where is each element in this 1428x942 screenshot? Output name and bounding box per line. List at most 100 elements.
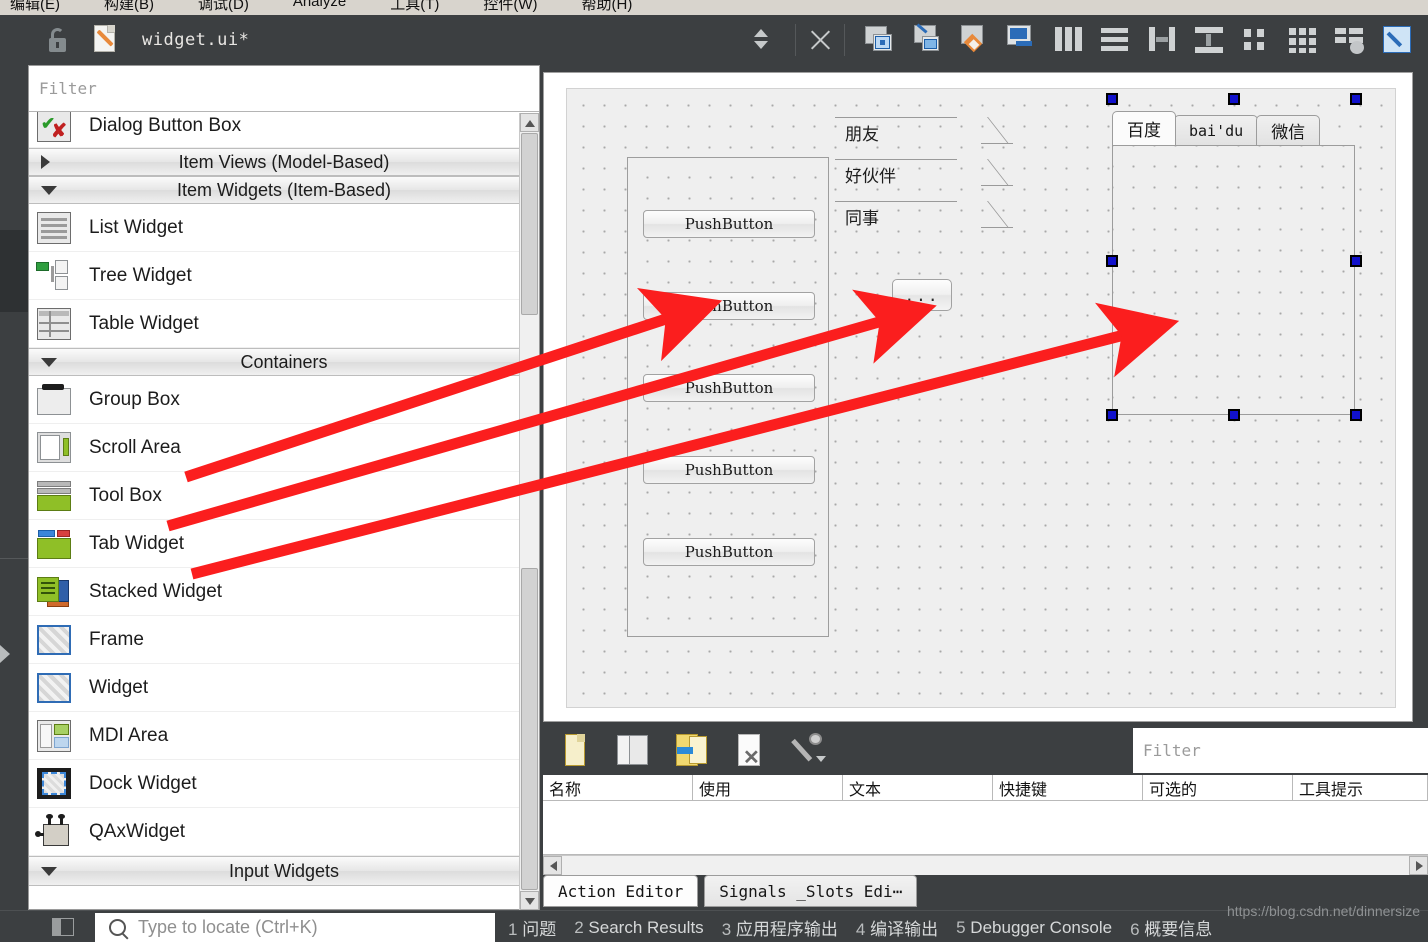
tool-box-page-3[interactable]: 同事 [835,201,1013,229]
widget-category-input-widgets[interactable]: Input Widgets [29,856,539,886]
push-button-5[interactable]: PushButton [643,538,815,566]
push-button-4[interactable]: PushButton [643,456,815,484]
dots-tool-button[interactable]: ... [892,279,952,311]
widget-item-scroll-area[interactable]: Scroll Area [29,424,539,472]
widget-category-item-views[interactable]: Item Views (Model-Based) [29,148,539,176]
column-header-text[interactable]: 文本 [843,775,993,801]
expand-arrow-icon[interactable] [0,645,10,663]
resize-handle-top-center[interactable] [1228,93,1240,105]
widget-item-group-box[interactable]: Group Box [29,376,539,424]
widget-item-dialog-button-box[interactable]: ✔ ✘ Dialog Button Box [29,112,539,148]
widget-list[interactable]: ✔ ✘ Dialog Button Box Item Views (Model-B… [29,112,539,909]
menu-item-window[interactable]: 控件(W) [483,0,537,14]
scroll-area-on-form[interactable]: PushButton PushButton PushButton PushBut… [627,157,829,637]
tab-weixin[interactable]: 微信 [1256,115,1321,145]
layout-horizontally-icon[interactable] [1051,23,1085,57]
edit-widgets-icon[interactable] [863,23,897,57]
status-item-summary[interactable]: 6 概要信息 [1130,915,1212,940]
widget-item-list-widget[interactable]: List Widget [29,204,539,252]
resize-handle-bottom-right[interactable] [1350,409,1362,421]
widget-item-table-widget[interactable]: Table Widget [29,300,539,348]
resize-handle-bottom-center[interactable] [1228,409,1240,421]
toggle-sidebar-icon[interactable] [52,918,74,936]
tool-box-on-form[interactable]: 朋友 好伙伴 同事 [835,117,1013,229]
widget-item-tab-widget[interactable]: Tab Widget [29,520,539,568]
column-header-checkable[interactable]: 可选的 [1143,775,1293,801]
hscroll-right-button[interactable] [1409,856,1428,875]
column-header-used[interactable]: 使用 [693,775,843,801]
lock-open-icon[interactable] [46,27,70,53]
tab-baidu[interactable]: 百度 [1112,111,1176,145]
widget-category-item-widgets[interactable]: Item Widgets (Item-Based) [29,176,539,204]
status-item-search-results[interactable]: 2 Search Results [574,918,703,938]
close-icon[interactable] [806,26,834,54]
menu-item-analyze[interactable]: Analyze [293,0,346,14]
widget-item-mdi-area[interactable]: MDI Area [29,712,539,760]
scroll-down-button[interactable] [520,891,539,910]
widget-item-qaxwidget[interactable]: QAxWidget [29,808,539,856]
paste-action-icon[interactable] [673,732,711,770]
menu-item-debug[interactable]: 调试(D) [198,0,249,14]
hscroll-left-button[interactable] [543,856,562,875]
tab-bai-du[interactable]: bai'du [1174,115,1259,145]
break-layout-icon[interactable] [1333,23,1367,57]
tool-box-page-2[interactable]: 好伙伴 [835,159,1013,187]
status-item-debugger-console[interactable]: 5 Debugger Console [956,918,1112,938]
widget-item-tool-box[interactable]: Tool Box [29,472,539,520]
status-item-issues[interactable]: 1 问题 [508,915,556,940]
tab-widget-pane[interactable] [1112,145,1355,415]
push-button-3[interactable]: PushButton [643,374,815,402]
tab-widget-on-form[interactable]: 百度 bai'du 微信 [1106,93,1362,421]
layout-vertically-icon[interactable] [1098,23,1132,57]
status-item-compile-output[interactable]: 4 编译输出 [856,915,938,940]
scroll-up-button[interactable] [520,113,539,132]
copy-action-icon[interactable] [615,732,653,770]
action-table-body[interactable] [543,801,1428,855]
widget-box-scrollbar[interactable] [519,113,539,910]
menu-item-tools[interactable]: 工具(T) [390,0,439,14]
split-arrows-icon[interactable] [751,25,771,55]
widget-category-containers[interactable]: Containers [29,348,539,376]
locator-input[interactable]: Type to locate (Ctrl+K) [95,913,495,942]
action-editor-hscrollbar[interactable] [543,855,1428,875]
layout-splitter-vertical-icon[interactable] [1192,23,1226,57]
column-header-name[interactable]: 名称 [543,775,693,801]
widget-item-widget[interactable]: Widget [29,664,539,712]
status-item-app-output[interactable]: 3 应用程序输出 [722,915,838,940]
menu-item-edit[interactable]: 编辑(E) [10,0,60,14]
resize-handle-bottom-left[interactable] [1106,409,1118,421]
resize-handle-top-right[interactable] [1350,93,1362,105]
delete-action-icon[interactable]: ✕ [731,732,769,770]
form-canvas[interactable]: PushButton PushButton PushButton PushBut… [543,72,1413,722]
tab-widget-tabs[interactable]: 百度 bai'du 微信 [1112,111,1321,145]
layout-form-icon[interactable] [1239,23,1273,57]
adjust-size-icon[interactable] [1380,23,1414,57]
tool-box-page-1[interactable]: 朋友 [835,117,1013,145]
widget-item-tree-widget[interactable]: Tree Widget [29,252,539,300]
edit-tab-order-icon[interactable] [1004,23,1038,57]
scroll-thumb-lower[interactable] [521,568,538,890]
new-action-icon[interactable] [557,732,595,770]
column-header-shortcut[interactable]: 快捷键 [993,775,1143,801]
widget-filter-input[interactable]: Filter [29,66,539,112]
resize-handle-top-left[interactable] [1106,93,1118,105]
menu-item-build[interactable]: 构建(B) [104,0,154,14]
tab-signals-slots-editor[interactable]: Signals _Slots Edi⋯ [704,875,918,907]
column-header-tooltip[interactable]: 工具提示 [1293,775,1428,801]
layout-grid-icon[interactable] [1286,23,1320,57]
push-button-1[interactable]: PushButton [643,210,815,238]
form-surface[interactable]: PushButton PushButton PushButton PushBut… [566,88,1396,708]
menu-item-help[interactable]: 帮助(H) [582,0,633,14]
widget-item-stacked-widget[interactable]: Stacked Widget [29,568,539,616]
widget-item-dock-widget[interactable]: Dock Widget [29,760,539,808]
configure-icon[interactable] [789,732,827,770]
resize-handle-mid-left[interactable] [1106,255,1118,267]
action-filter-input[interactable]: Filter [1133,728,1428,773]
layout-splitter-horizontal-icon[interactable] [1145,23,1179,57]
widget-item-frame[interactable]: Frame [29,616,539,664]
scroll-thumb-upper[interactable] [521,133,538,315]
push-button-2[interactable]: PushButton [643,292,815,320]
mode-selector-active[interactable] [0,230,28,312]
resize-handle-mid-right[interactable] [1350,255,1362,267]
tab-action-editor[interactable]: Action Editor [543,875,699,907]
